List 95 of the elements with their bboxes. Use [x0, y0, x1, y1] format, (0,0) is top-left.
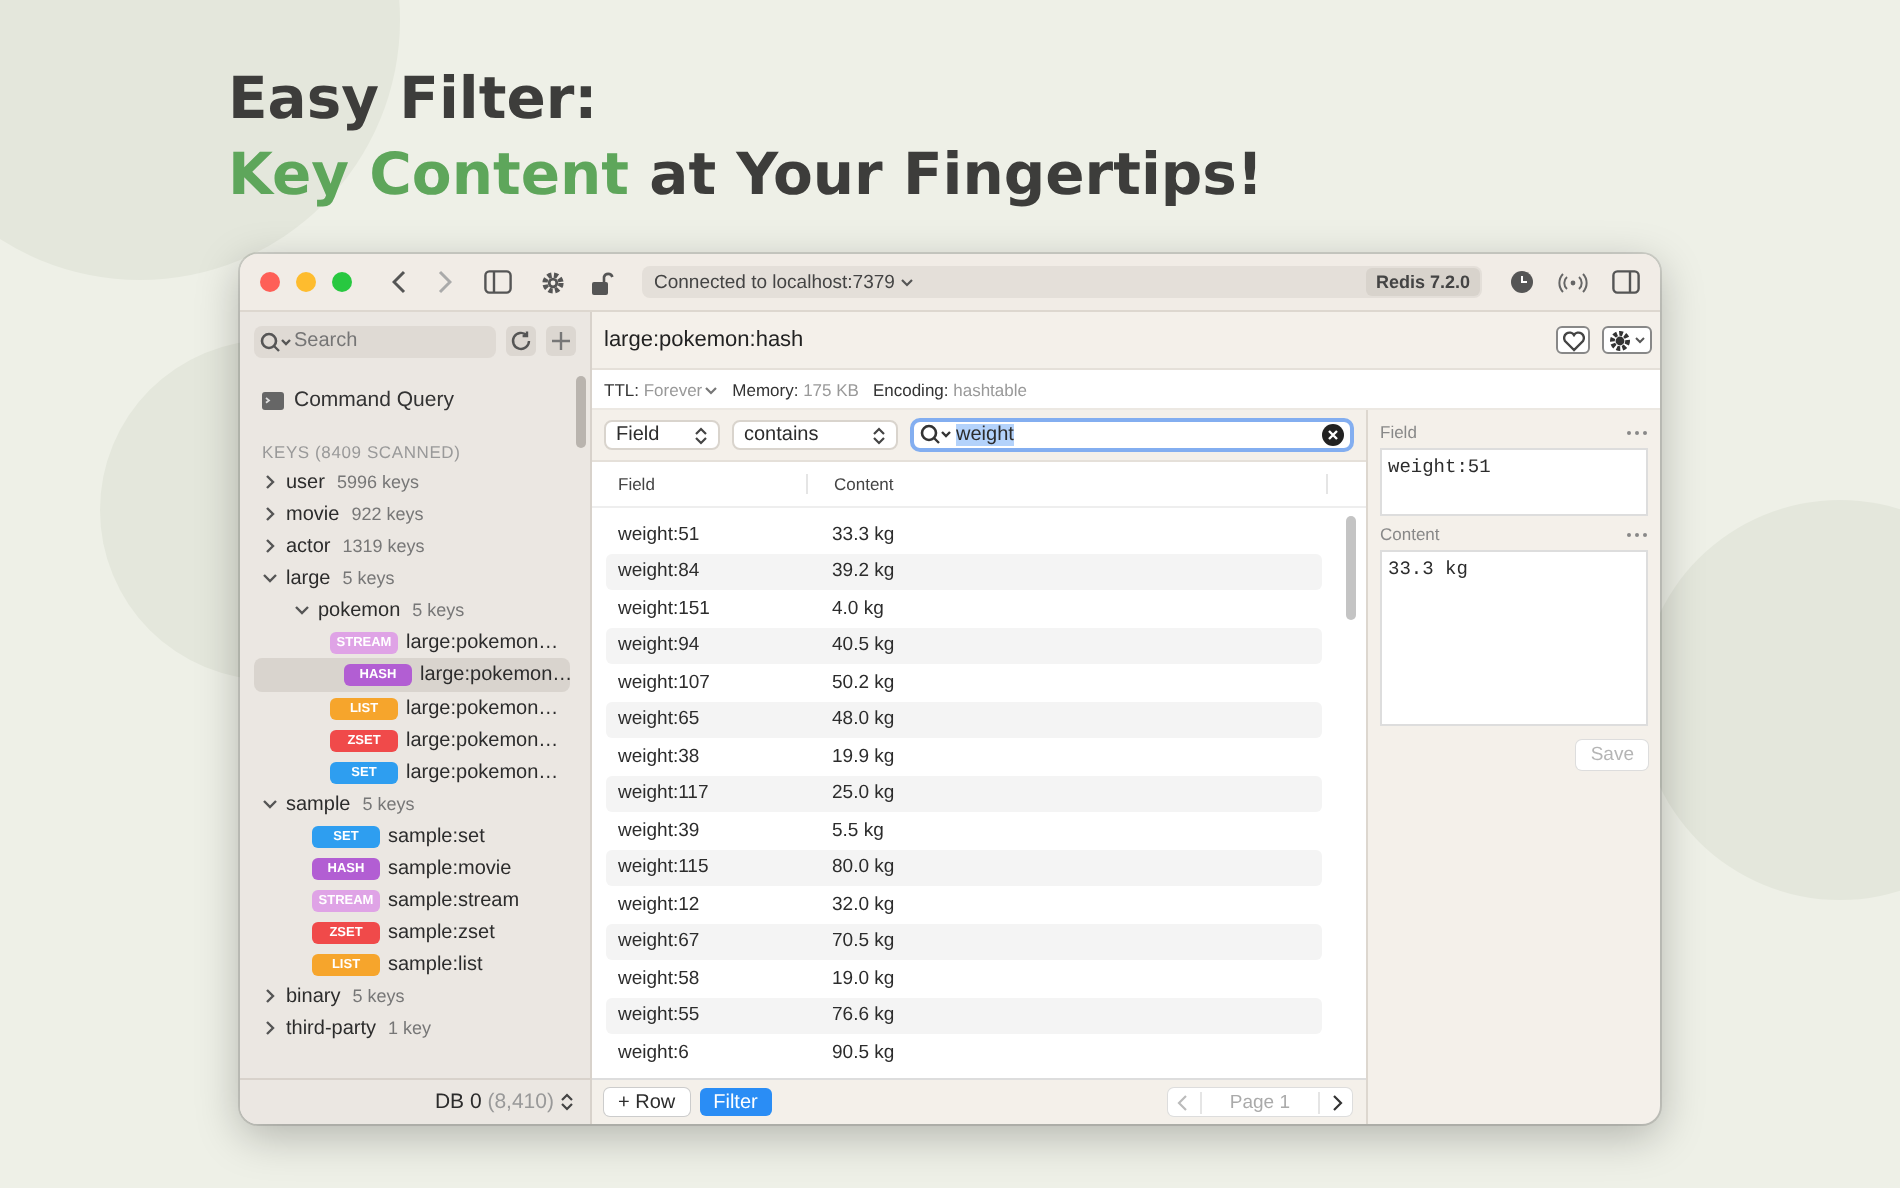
headline: Easy Filter:: [228, 62, 598, 136]
table-cell-text: weight:12: [616, 893, 702, 916]
table-cell-text: weight:151: [616, 597, 712, 620]
table-cell-text: weight:107: [616, 671, 712, 694]
search-icon: [920, 424, 952, 446]
table-cell-text: 50.2 kg: [830, 671, 895, 694]
clear-icon[interactable]: [1322, 424, 1344, 446]
folder-item[interactable]: binary 5 keys: [240, 980, 570, 1012]
scrollbar[interactable]: [1346, 516, 1356, 620]
folder-item[interactable]: third-party 1 key: [240, 1012, 570, 1044]
terminal-icon: [262, 391, 284, 409]
table-cell-text: 40.5 kg: [830, 634, 895, 657]
folder-item[interactable]: sample 5 keys: [240, 788, 570, 820]
table-cell-text: weight:38: [616, 745, 702, 768]
table-cell-text: 90.5 kg: [830, 1041, 895, 1064]
headline: Key Content at Your Fingertips!: [228, 138, 1264, 212]
info-item: Memory: 175 KB: [732, 379, 859, 399]
folder-item[interactable]: movie 922 keys: [240, 498, 570, 530]
chevron-icon[interactable]: [262, 506, 278, 522]
table-cell-text: weight:39: [616, 819, 702, 842]
chevron-icon[interactable]: [262, 570, 278, 586]
table-cell-text: 39.2 kg: [830, 560, 895, 583]
inspector-icon[interactable]: [1612, 270, 1640, 294]
section-heading: KEYS (8409 SCANNED): [260, 440, 463, 466]
table-cell-text: 4.0 kg: [830, 597, 884, 620]
more-icon[interactable]: [1626, 531, 1648, 537]
table-cell-text: weight:117: [616, 782, 711, 805]
search-field[interactable]: Search: [254, 325, 496, 357]
table-cell-text: weight:94: [616, 634, 702, 657]
table-cell-text: 19.9 kg: [830, 745, 895, 768]
table-cell-text: 25.0 kg: [830, 782, 895, 805]
table-cell-text: weight:6: [616, 1041, 691, 1064]
table-cell-text: 33.3 kg: [830, 523, 895, 546]
field-editor[interactable]: weight:51: [1380, 448, 1648, 516]
clock-icon[interactable]: [1510, 270, 1534, 294]
table-cell-text: weight:115: [616, 856, 711, 879]
version-badge: Redis 7.2.0: [1365, 268, 1480, 296]
table-cell-text: 32.0 kg: [830, 893, 895, 916]
search-icon: [260, 331, 292, 353]
connection-selector[interactable]: Connected to localhost:7379 Redis 7.2.0: [642, 266, 1482, 298]
next-icon[interactable]: [1332, 1093, 1344, 1111]
settings-menu-button[interactable]: [1602, 326, 1652, 354]
chevron-icon[interactable]: [262, 1020, 278, 1036]
key-title: large:pokemon:hash: [604, 328, 804, 352]
table-cell-text: weight:58: [616, 967, 702, 990]
table-cell-text: 19.0 kg: [830, 967, 895, 990]
ttl-selector[interactable]: TTL: Forever: [604, 379, 719, 399]
scrollbar[interactable]: [576, 376, 586, 448]
chevron-icon[interactable]: [262, 538, 278, 554]
chevron-icon[interactable]: [704, 385, 719, 395]
page-label: Page 1: [1199, 1091, 1320, 1113]
table-cell-text: 76.6 kg: [830, 1004, 895, 1027]
more-icon[interactable]: [1626, 429, 1648, 435]
add-row-button[interactable]: + Row: [604, 1088, 690, 1116]
table-cell-text: weight:51: [616, 523, 702, 546]
table-cell-text: weight:65: [616, 708, 702, 731]
chevron-icon[interactable]: [262, 988, 278, 1004]
chevron-icon[interactable]: [294, 602, 310, 618]
folder-item[interactable]: large 5 keys: [240, 562, 570, 594]
close-button[interactable]: [260, 272, 280, 292]
add-key-button[interactable]: [546, 326, 576, 356]
folder-item[interactable]: actor 1319 keys: [240, 530, 570, 562]
chevron-icon[interactable]: [262, 474, 278, 490]
folder-item[interactable]: pokemon 5 keys: [240, 594, 570, 626]
broadcast-icon[interactable]: [1558, 271, 1588, 293]
stepper-icon: [872, 425, 886, 445]
info-item: Encoding: hashtable: [872, 379, 1027, 399]
favorite-button[interactable]: [1556, 326, 1590, 354]
stepper-icon[interactable]: [560, 1092, 574, 1112]
content-label: Content: [1380, 524, 1440, 544]
table-cell-text: 70.5 kg: [830, 930, 895, 953]
stepper-icon: [694, 425, 708, 445]
table-cell-text: 5.5 kg: [830, 819, 884, 842]
command-query-item[interactable]: Command Query: [240, 370, 590, 426]
operator-select[interactable]: contains: [732, 420, 898, 450]
chevron-icon[interactable]: [262, 796, 278, 812]
database-selector[interactable]: DB 0 (8,410): [434, 1090, 554, 1114]
content-editor[interactable]: 33.3 kg: [1380, 550, 1648, 726]
field-select[interactable]: Field: [604, 420, 720, 450]
column-header[interactable]: Content: [808, 474, 1328, 494]
table-cell-text: weight:67: [616, 930, 702, 953]
refresh-button[interactable]: [506, 326, 536, 356]
field-label: Field: [1380, 422, 1417, 442]
column-header[interactable]: Field: [592, 474, 808, 494]
table-cell-text: 80.0 kg: [830, 856, 895, 879]
lock-icon[interactable]: [590, 269, 614, 295]
folder-item[interactable]: user 5996 keys: [240, 466, 570, 498]
table-cell-text: weight:84: [616, 560, 702, 583]
filter-search-field[interactable]: weight: [910, 418, 1354, 452]
back-icon[interactable]: [392, 270, 408, 294]
table-cell-text: weight:55: [616, 1004, 702, 1027]
chevron-icon: [900, 277, 915, 287]
settings-icon[interactable]: [540, 269, 566, 295]
sidebar-icon[interactable]: [484, 270, 512, 294]
table-cell-text: 48.0 kg: [830, 708, 895, 731]
